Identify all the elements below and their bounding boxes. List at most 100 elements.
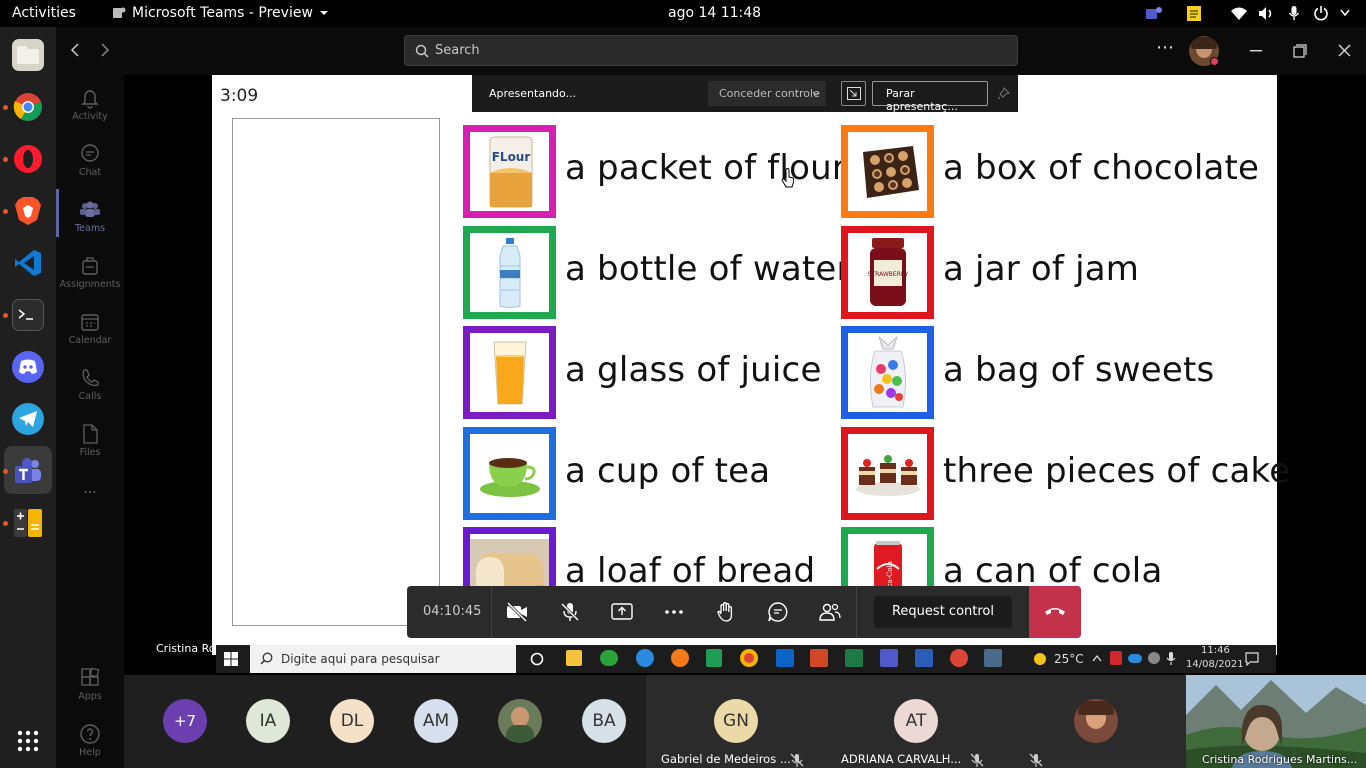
terminal-icon[interactable] — [12, 299, 44, 331]
onedrive-icon[interactable] — [1128, 654, 1142, 663]
rail-files[interactable]: Files — [56, 423, 124, 458]
chrome-icon[interactable] — [740, 649, 758, 667]
chevron-down-icon[interactable] — [1340, 9, 1350, 17]
calendar-icon — [81, 314, 99, 331]
presence-dnd-badge — [1210, 57, 1219, 66]
share-screen-icon[interactable] — [610, 600, 634, 624]
cortana-icon[interactable] — [530, 652, 544, 666]
avatar-initials: IA — [259, 711, 277, 731]
windows-search-box[interactable]: Digite aqui para pesquisar — [250, 645, 516, 673]
mic-off-icon — [970, 753, 984, 767]
rail-teams[interactable]: Teams — [56, 199, 124, 234]
forward-arrow-icon[interactable] — [100, 43, 110, 57]
camera-off-icon[interactable] — [505, 600, 529, 624]
self-video-tile[interactable]: Cristina Rodrigues Martins... — [1186, 675, 1366, 768]
files-app-icon[interactable] — [12, 39, 44, 71]
cloud-app-icon[interactable] — [600, 650, 618, 666]
pip-toggle-button[interactable] — [841, 81, 866, 106]
rail-help[interactable]: Help — [56, 723, 124, 758]
leave-call-button[interactable] — [1029, 586, 1081, 638]
app-menu[interactable]: Microsoft Teams - Preview — [112, 5, 329, 21]
system-clock[interactable]: ago 14 11:48 — [668, 5, 761, 21]
rail-calls[interactable]: Calls — [56, 367, 124, 402]
vscode-icon[interactable] — [12, 247, 44, 279]
excel-icon[interactable] — [845, 649, 863, 667]
powerpoint-icon[interactable] — [810, 649, 828, 667]
notes-tray-icon[interactable] — [1187, 6, 1201, 21]
request-control-button[interactable]: Request control — [874, 596, 1012, 628]
activities-button[interactable]: Activities — [12, 5, 76, 21]
overflow-participants-avatar[interactable]: +7 — [163, 699, 207, 743]
power-icon[interactable] — [1313, 5, 1329, 21]
microphone-icon[interactable] — [1288, 5, 1300, 21]
weather-temperature[interactable]: 25°C — [1054, 652, 1084, 666]
rail-assignments[interactable]: Assignments — [56, 255, 124, 290]
show-apps-icon[interactable] — [17, 730, 39, 752]
water-bottle-icon — [463, 226, 556, 319]
rail-activity[interactable]: Activity — [56, 87, 124, 122]
app-title: Microsoft Teams - Preview — [132, 5, 313, 21]
rail-label: Calendar — [68, 335, 112, 346]
raise-hand-icon[interactable] — [714, 600, 738, 624]
give-control-dropdown[interactable]: Conceder controle — [708, 81, 826, 106]
back-arrow-icon[interactable] — [70, 43, 80, 57]
chat-icon[interactable] — [766, 600, 790, 624]
rail-apps[interactable]: Apps — [56, 667, 124, 702]
participant-avatar[interactable]: BA — [582, 699, 626, 743]
teams-dock-icon[interactable] — [12, 455, 44, 487]
stop-presenting-button[interactable]: Parar apresentaç... — [872, 81, 988, 113]
teams-app-rail: Activity Chat Teams Assignments Calendar… — [56, 75, 124, 768]
wifi-icon[interactable] — [1230, 6, 1248, 21]
pin-icon[interactable] — [998, 87, 1010, 99]
brave-icon[interactable] — [12, 195, 44, 227]
participant-avatar[interactable]: IA — [246, 699, 290, 743]
weather-sun-icon — [1034, 653, 1046, 665]
sheets-app-icon[interactable] — [706, 649, 722, 667]
participant-avatar[interactable]: AM — [414, 699, 458, 743]
cake-icon — [841, 427, 934, 520]
rail-calendar[interactable]: Calendar — [56, 311, 124, 346]
mic-off-icon[interactable] — [558, 600, 582, 624]
volume-icon[interactable] — [1258, 6, 1274, 21]
snipping-tool-icon[interactable] — [984, 649, 1002, 667]
chevron-up-icon[interactable] — [1092, 654, 1102, 662]
opera-icon[interactable] — [12, 143, 44, 175]
minimize-icon[interactable] — [1250, 50, 1262, 52]
rail-chat[interactable]: Chat — [56, 143, 124, 178]
search-input[interactable]: Search — [404, 35, 1018, 66]
close-icon[interactable] — [1338, 44, 1351, 57]
network-tray-icon[interactable] — [1148, 652, 1160, 664]
outlook-icon[interactable] — [776, 649, 794, 667]
chrome-icon[interactable] — [12, 91, 44, 123]
teams-taskbar-icon[interactable] — [880, 649, 898, 667]
participant-name: ADRIANA CARVALH... — [841, 752, 962, 766]
calculator-icon[interactable] — [12, 507, 44, 539]
edge-icon[interactable] — [636, 649, 654, 667]
word-icon[interactable] — [915, 649, 933, 667]
participants-icon[interactable] — [818, 600, 842, 624]
notifications-icon[interactable] — [1245, 652, 1259, 666]
teams-tray-icon[interactable] — [1145, 6, 1163, 21]
participant-tile[interactable]: GN Gabriel de Medeiros ... — [646, 675, 826, 768]
participant-photo-avatar[interactable] — [498, 699, 542, 743]
windows-time[interactable]: 11:46 — [1201, 645, 1230, 656]
participant-tile[interactable] — [1006, 675, 1186, 768]
search-icon — [415, 44, 429, 58]
restore-icon[interactable] — [1293, 44, 1307, 58]
rail-more-apps[interactable]: ··· — [56, 485, 124, 501]
windows-date[interactable]: 14/08/2021 — [1186, 659, 1244, 670]
microphone-icon[interactable] — [1166, 651, 1176, 666]
participant-tile[interactable]: AT ADRIANA CARVALH... — [826, 675, 1006, 768]
more-options-button[interactable]: ⋯ — [1156, 37, 1174, 58]
windows-start-icon[interactable] — [224, 652, 238, 666]
participant-avatar: GN — [714, 699, 758, 743]
telegram-icon[interactable] — [12, 403, 44, 435]
discord-icon[interactable] — [12, 351, 44, 383]
chrome-profile-icon[interactable] — [950, 649, 968, 667]
more-actions-icon[interactable] — [662, 600, 686, 624]
phrase-label: a packet of flour — [565, 148, 847, 188]
file-explorer-icon[interactable] — [566, 650, 582, 666]
firefox-icon[interactable] — [671, 649, 689, 667]
antivirus-tray-icon[interactable] — [1110, 651, 1122, 665]
participant-avatar[interactable]: DL — [330, 699, 374, 743]
